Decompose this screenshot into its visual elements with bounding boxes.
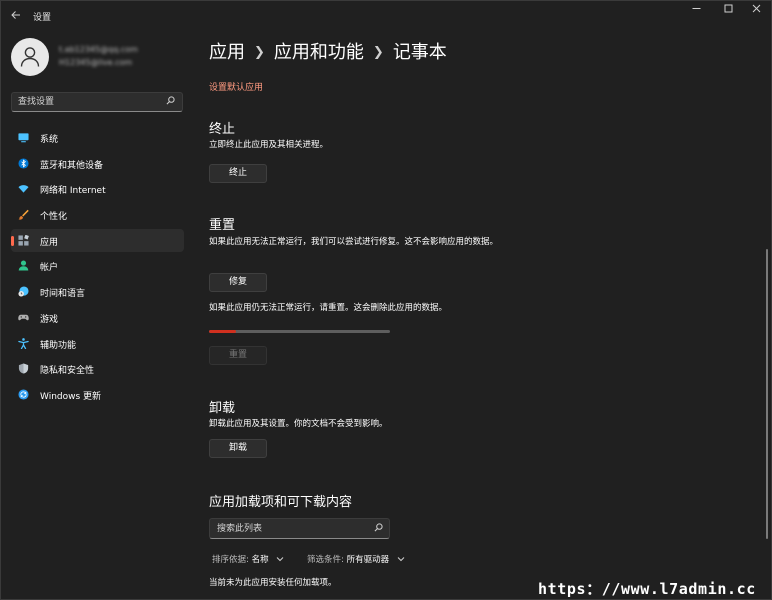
filter-value: 所有驱动器 (346, 555, 390, 565)
addons-empty-message: 当前未为此应用安装任何加载项。 (209, 578, 337, 588)
sidebar-item-label: 辅助功能 (40, 340, 77, 351)
sidebar-item-label: 帐户 (40, 263, 59, 274)
shield-icon (18, 363, 29, 374)
search-icon (166, 96, 175, 105)
watermark: https：//www.l7admin.cc (538, 580, 756, 598)
settings-search[interactable] (11, 92, 183, 112)
sort-dropdown[interactable]: 排序依据: 名称 (212, 553, 284, 565)
sidebar-item-privacy[interactable]: 隐私和安全性 (11, 357, 184, 380)
sidebar-item-label: 游戏 (40, 314, 59, 325)
sort-value: 名称 (251, 555, 269, 565)
scrollbar[interactable] (766, 249, 768, 539)
account-email: H12345@live.com (59, 58, 133, 67)
breadcrumb-item-apps[interactable]: 应用 (209, 42, 245, 63)
default-apps-link[interactable]: 设置默认应用 (209, 80, 263, 93)
sidebar-item-personalization[interactable]: 个性化 (11, 203, 184, 226)
account-icon (18, 260, 29, 271)
sidebar-item-bluetooth[interactable]: 蓝牙和其他设备 (11, 152, 184, 175)
close-icon (752, 4, 760, 13)
close-button[interactable] (739, 1, 771, 23)
sidebar-item-label: 隐私和安全性 (40, 366, 95, 377)
chevron-down-icon (397, 557, 405, 562)
network-icon (18, 185, 29, 193)
terminate-button[interactable]: 终止 (209, 164, 267, 183)
sidebar-item-apps[interactable]: 应用 (11, 228, 184, 252)
settings-search-input[interactable] (18, 95, 158, 109)
sidebar-item-accessibility[interactable]: 辅助功能 (11, 332, 184, 355)
addons-heading: 应用加载项和可下载内容 (209, 495, 353, 510)
reset-description: 如果此应用仍无法正常运行，请重置。这会删除此应用的数据。 (209, 303, 448, 313)
window-title: 设置 (33, 13, 52, 23)
bluetooth-icon (18, 158, 29, 169)
settings-window: 设置 t.ab12345@qq.com H12345@live.com 系统 (0, 0, 772, 600)
sort-label: 排序依据: (212, 555, 249, 565)
uninstall-description: 卸载此应用及其设置。你的文档不会受到影响。 (209, 419, 388, 429)
time-language-icon (18, 286, 29, 297)
sidebar-item-network[interactable]: 网络和 Internet (11, 177, 184, 200)
repair-button[interactable]: 修复 (209, 273, 267, 292)
terminate-heading: 终止 (209, 122, 236, 137)
sidebar-item-gaming[interactable]: 游戏 (11, 306, 184, 329)
sidebar-item-label: 应用 (40, 237, 59, 248)
account-name: t.ab12345@qq.com (59, 45, 138, 54)
sidebar-nav: 系统 蓝牙和其他设备 网络和 Internet 个性化 应用 帐户 时间和语言 (11, 126, 184, 409)
breadcrumb: 应用 ❯ 应用和功能 ❯ 记事本 (209, 38, 447, 64)
avatar[interactable] (11, 38, 49, 76)
addons-search[interactable] (209, 518, 390, 539)
system-icon (18, 133, 29, 143)
apps-icon (18, 234, 29, 246)
page-title: 记事本 (392, 42, 447, 63)
brush-icon (18, 209, 29, 220)
breadcrumb-item-apps-features[interactable]: 应用和功能 (274, 42, 364, 63)
chevron-right-icon: ❯ (254, 45, 265, 60)
sidebar-item-accounts[interactable]: 帐户 (11, 254, 184, 277)
minimize-icon (692, 8, 700, 9)
gamepad-icon (18, 314, 29, 321)
chevron-down-icon (276, 557, 284, 562)
sidebar-item-label: 蓝牙和其他设备 (40, 160, 104, 171)
accessibility-icon (18, 337, 29, 349)
sidebar-item-label: Windows 更新 (40, 391, 102, 402)
search-icon (374, 523, 383, 532)
sidebar-item-system[interactable]: 系统 (11, 126, 184, 149)
title-bar: 设置 (1, 1, 771, 31)
terminate-description: 立即终止此应用及其相关进程。 (209, 140, 329, 150)
sidebar-item-windows-update[interactable]: Windows 更新 (11, 383, 184, 406)
back-arrow-icon (11, 11, 20, 19)
back-button[interactable] (7, 6, 25, 24)
user-icon (20, 47, 40, 67)
chevron-right-icon: ❯ (372, 45, 384, 60)
sidebar-item-label: 系统 (40, 135, 59, 145)
update-icon (18, 389, 29, 400)
sidebar-item-label: 网络和 Internet (40, 186, 106, 197)
repair-description: 如果此应用无法正常运行，我们可以尝试进行修复。这不会影响应用的数据。 (209, 237, 499, 247)
minimize-button[interactable] (679, 1, 713, 23)
reset-progress-bar (209, 330, 390, 333)
maximize-icon (724, 4, 732, 13)
sidebar-item-time-language[interactable]: 时间和语言 (11, 280, 184, 303)
addons-search-input[interactable] (217, 522, 367, 536)
filter-label: 筛选条件: (307, 555, 344, 565)
reset-button[interactable]: 重置 (209, 346, 267, 365)
uninstall-button[interactable]: 卸载 (209, 439, 267, 458)
reset-progress-fill (209, 330, 237, 333)
filter-dropdown[interactable]: 筛选条件: 所有驱动器 (307, 553, 405, 565)
sidebar-item-label: 时间和语言 (40, 289, 86, 300)
sidebar-item-label: 个性化 (40, 212, 68, 223)
reset-heading: 重置 (209, 218, 236, 233)
uninstall-heading: 卸载 (209, 401, 236, 416)
